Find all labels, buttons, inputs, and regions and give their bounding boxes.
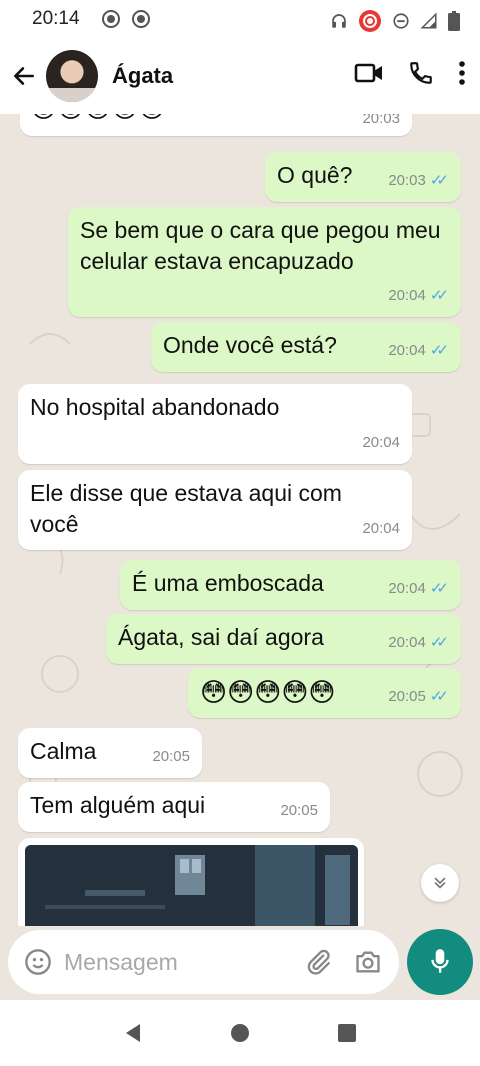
message-time: 20:03 (362, 114, 400, 127)
composer-pill[interactable] (8, 930, 399, 994)
dark-hallway-image (25, 845, 358, 926)
message-text: Ele disse que estava aqui com você (30, 480, 342, 537)
message-bubble[interactable]: 😊😊😊😊😊 20:03 (20, 114, 412, 136)
message-time: 20:05 (152, 748, 190, 765)
message-bubble[interactable]: Calma 20:05 (18, 728, 202, 778)
record-icon (101, 10, 120, 28)
message-time: 20:04 (362, 520, 400, 537)
battery-icon (448, 11, 460, 31)
back-button[interactable] (8, 60, 40, 92)
signal-icon (420, 12, 437, 29)
message-time: 20:03 (388, 172, 426, 189)
read-receipt-icon: ✓✓ (429, 172, 449, 189)
message-bubble[interactable]: 😳😳😳😳😳 20:05 ✓✓ (188, 668, 461, 718)
message-time: 20:05 (280, 802, 318, 819)
status-bar: 20:14 (0, 0, 480, 38)
message-bubble[interactable]: Tem alguém aqui 20:05 (18, 782, 330, 832)
phone-icon[interactable] (408, 60, 434, 86)
record-icon (131, 10, 150, 28)
camera-icon[interactable] (354, 948, 382, 976)
message-text: 😳😳😳😳😳 (200, 677, 336, 707)
avatar[interactable] (46, 50, 98, 102)
message-text: O quê? (277, 162, 353, 188)
composer-bar (0, 926, 480, 1000)
chevrons-down-icon (434, 877, 446, 889)
back-triangle-icon[interactable] (122, 1022, 144, 1044)
message-time: 20:04 (388, 287, 426, 304)
message-text: Calma (30, 738, 97, 764)
contact-name[interactable]: Ágata (112, 63, 173, 89)
message-time: 20:04 (362, 434, 400, 451)
recording-icon (359, 10, 381, 32)
message-time: 20:04 (388, 580, 426, 597)
message-text: Se bem que o cara que pegou meu celular … (80, 217, 441, 274)
message-text: No hospital abandonado (30, 394, 280, 420)
message-bubble[interactable]: O quê? 20:03 ✓✓ (265, 152, 461, 202)
message-bubble[interactable]: Onde você está? 20:04 ✓✓ (151, 322, 461, 372)
chat-header: Ágata (0, 38, 480, 114)
video-call-icon[interactable] (354, 61, 384, 85)
status-time: 20:14 (32, 8, 80, 29)
message-text: Tem alguém aqui (30, 792, 206, 818)
message-input[interactable] (62, 947, 296, 977)
home-circle-icon[interactable] (229, 1022, 251, 1044)
recents-square-icon[interactable] (336, 1022, 358, 1044)
message-time: 20:04 (388, 342, 426, 359)
message-bubble[interactable]: É uma emboscada 20:04 ✓✓ (120, 560, 461, 610)
message-text: É uma emboscada (132, 570, 324, 596)
message-time: 20:05 (388, 688, 426, 705)
chat-area[interactable]: 😊😊😊😊😊 20:03 O quê? 20:03✓✓ Se bem que o … (0, 114, 480, 926)
message-text: 😊😊😊😊😊 (30, 114, 166, 122)
voice-message-button[interactable] (407, 929, 473, 995)
message-bubble[interactable]: No hospital abandonado 20:04 (18, 384, 412, 464)
message-image[interactable] (25, 845, 358, 926)
microphone-icon (431, 949, 449, 973)
read-receipt-icon: ✓✓ (429, 634, 449, 651)
message-time: 20:04 (388, 634, 426, 651)
message-text: Ágata, sai daí agora (118, 624, 324, 650)
more-icon[interactable] (458, 60, 466, 86)
headphones-icon (332, 14, 346, 28)
read-receipt-icon: ✓✓ (429, 688, 449, 705)
read-receipt-icon: ✓✓ (429, 580, 449, 597)
read-receipt-icon: ✓✓ (429, 287, 449, 304)
do-not-disturb-icon (393, 13, 409, 29)
message-bubble[interactable]: Ele disse que estava aqui com você 20:04 (18, 470, 412, 550)
message-text: Onde você está? (163, 332, 337, 358)
message-bubble[interactable]: Ágata, sai daí agora 20:04 ✓✓ (106, 614, 461, 664)
arrow-left-icon (14, 67, 34, 85)
system-nav-bar (0, 1000, 480, 1066)
read-receipt-icon: ✓✓ (429, 342, 449, 359)
scroll-to-bottom-button[interactable] (421, 864, 459, 902)
attach-icon[interactable] (304, 948, 332, 976)
emoji-icon[interactable] (24, 948, 52, 976)
message-bubble[interactable]: Se bem que o cara que pegou meu celular … (68, 207, 461, 317)
